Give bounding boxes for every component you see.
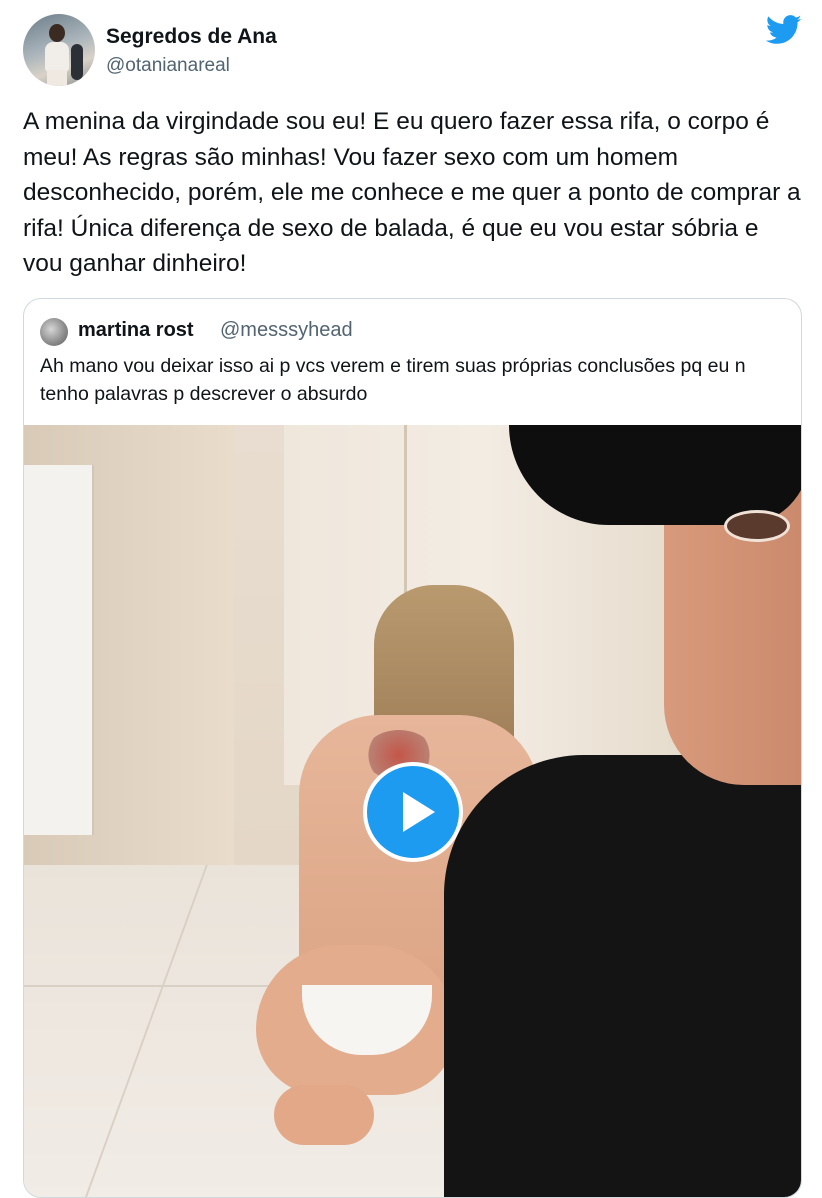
author-display-name[interactable]: Segredos de Ana xyxy=(106,25,277,49)
tweet-text: A menina da virgindade sou eu! E eu quer… xyxy=(23,108,801,277)
author-avatar[interactable] xyxy=(23,14,95,86)
quote-text: Ah mano vou deixar isso ai p vcs verem e… xyxy=(40,355,746,405)
video-scene-man-eye xyxy=(724,510,790,542)
play-button[interactable] xyxy=(363,762,463,862)
video-scene-fridge xyxy=(24,465,94,835)
quote-author-handle[interactable]: @messsyhead xyxy=(220,319,353,342)
tweet-card: Segredos de Ana @otanianareal A menina d… xyxy=(0,0,822,1198)
twitter-bird-icon[interactable] xyxy=(766,15,802,45)
author-handle[interactable]: @otanianareal xyxy=(106,55,230,77)
avatar-background-figure xyxy=(71,44,83,80)
play-icon xyxy=(403,792,435,832)
video-player[interactable] xyxy=(24,425,801,1197)
avatar-figure-head xyxy=(49,24,65,42)
video-scene-person-foot xyxy=(274,1085,374,1145)
avatar-figure-body xyxy=(45,42,69,72)
quote-author-display-name[interactable]: martina rost xyxy=(78,319,194,342)
avatar-figure-legs xyxy=(47,70,67,86)
quote-author-avatar[interactable] xyxy=(40,318,68,346)
quoted-tweet[interactable]: martina rost @messsyhead Ah mano vou dei… xyxy=(23,298,802,1198)
video-scene-man-shirt xyxy=(444,755,801,1197)
